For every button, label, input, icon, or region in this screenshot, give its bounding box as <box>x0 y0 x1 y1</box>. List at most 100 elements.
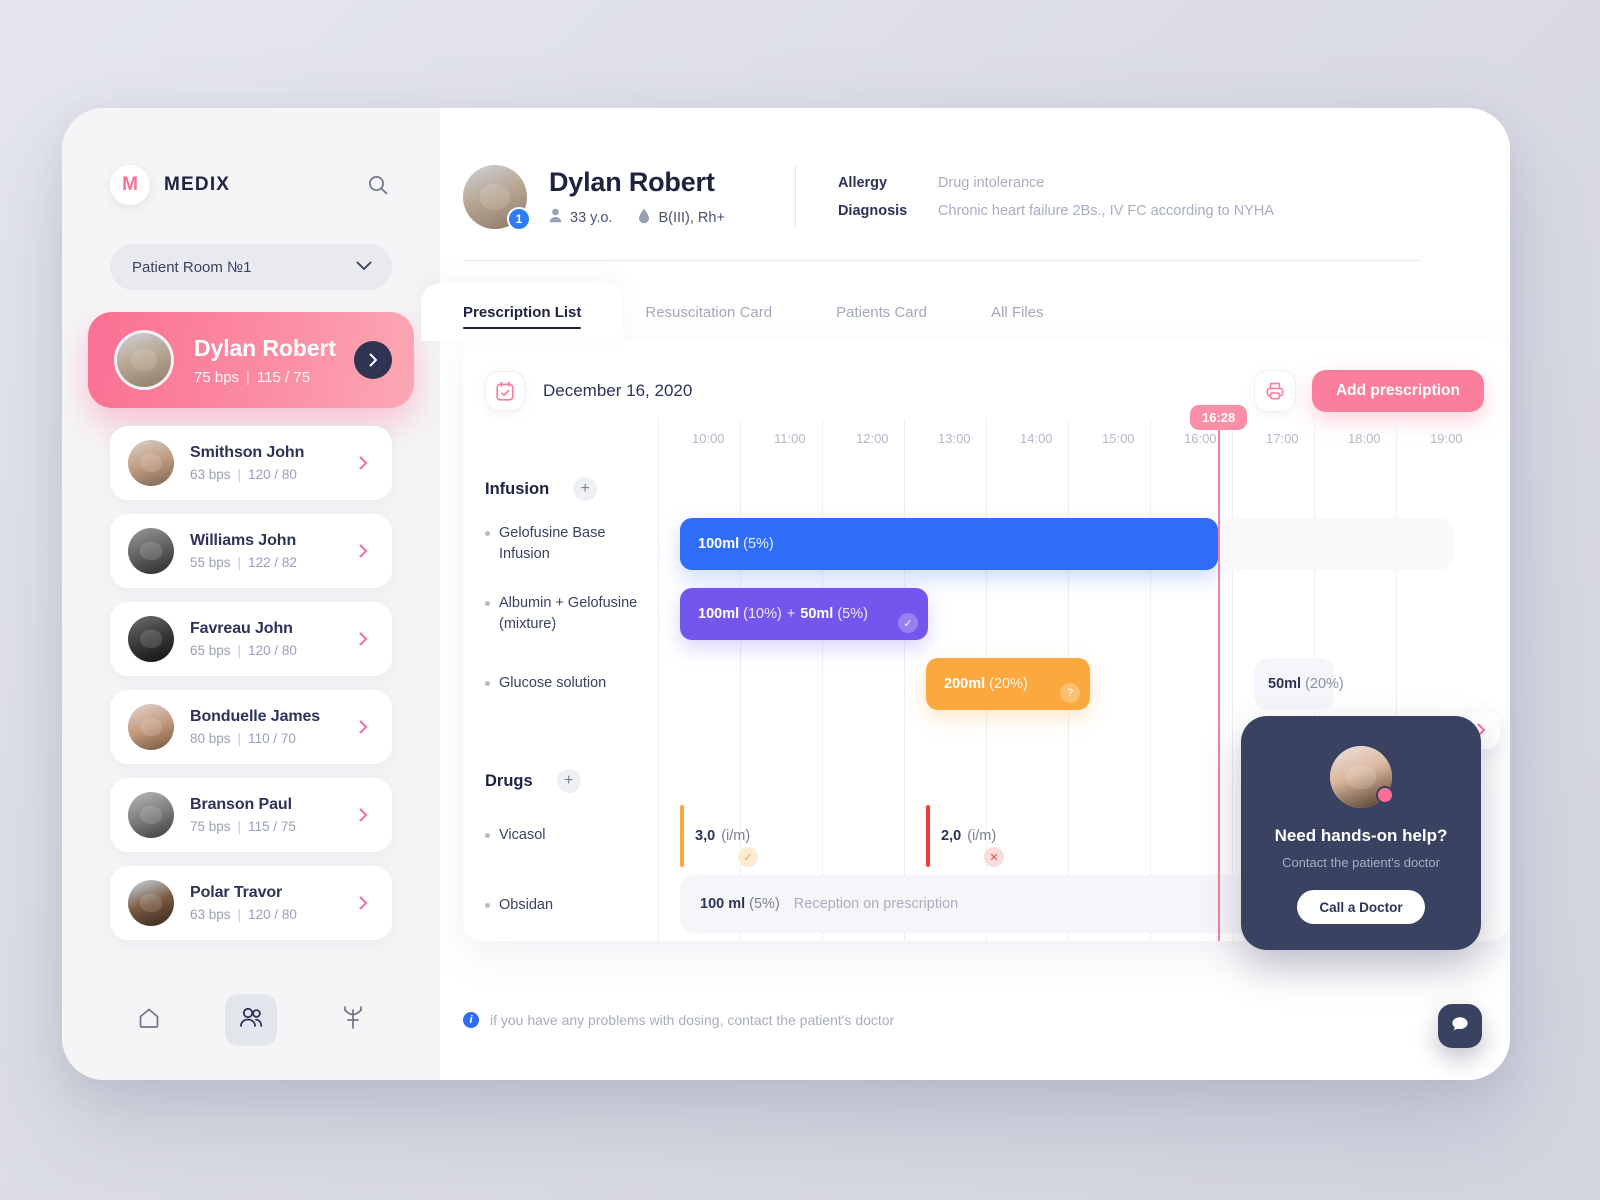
patient-vitals: 75 bps | 115 / 75 <box>194 368 311 386</box>
patient-card[interactable]: Bonduelle James 80 bps | 110 / 70 <box>110 690 392 764</box>
hour-tick: 18:00 <box>1348 431 1381 446</box>
reception-note: Reception on prescription <box>793 896 959 912</box>
patient-card[interactable]: Branson Paul 75 bps | 115 / 75 <box>110 778 392 852</box>
hour-tick: 14:00 <box>1020 431 1053 446</box>
check-icon: ✓ <box>898 613 918 633</box>
nav-home[interactable] <box>123 994 175 1046</box>
patient-vitals: 55 bps | 122 / 82 <box>190 555 297 570</box>
panel-toolbar: December 16, 2020 Add prescription <box>463 341 1510 419</box>
help-card: Need hands-on help? Contact the patient'… <box>1241 716 1481 950</box>
calendar-icon[interactable] <box>485 371 525 411</box>
infusion-bar[interactable]: 100ml (10%) + 50ml (5%) ✓ <box>680 588 928 640</box>
reception-percent: (5%) <box>749 896 780 912</box>
fact-allergy: Allergy Drug intolerance <box>838 175 1274 191</box>
patient-card[interactable]: Williams John 55 bps | 122 / 82 <box>110 514 392 588</box>
section-title: Infusion <box>485 479 550 498</box>
row-label: Vicasol <box>485 825 680 846</box>
bar-amount: 100ml <box>698 606 740 622</box>
dose-unit: (i/m) <box>967 828 997 844</box>
chevron-right-icon[interactable] <box>354 341 392 379</box>
tab-label: All Files <box>990 303 1044 321</box>
tab-patients-card[interactable]: Patients Card <box>836 283 927 341</box>
patient-badge: 1 <box>507 207 531 231</box>
dose-marker <box>680 805 684 867</box>
hour-tick: 13:00 <box>938 431 971 446</box>
patient-bps: 75 bps <box>194 368 240 386</box>
room-select[interactable]: Patient Room №1 <box>110 244 392 290</box>
drug-dose[interactable]: 2,0 (i/m) ✕ <box>926 805 1004 867</box>
fact-diagnosis: Diagnosis Chronic heart failure 2Bs., IV… <box>838 203 1274 219</box>
hour-tick: 11:00 <box>774 431 806 446</box>
check-icon: ✓ <box>738 847 758 867</box>
patient-bps: 65 bps <box>190 643 231 658</box>
reception-amount: 100 ml <box>700 896 746 912</box>
tabs: Prescription List Resuscitation Card Pat… <box>421 283 1510 341</box>
patient-bps: 80 bps <box>190 731 231 746</box>
infusion-bar[interactable]: 100ml (5%) <box>680 518 1218 570</box>
fact-label: Diagnosis <box>837 203 908 219</box>
nav-patients[interactable] <box>225 994 277 1046</box>
patient-name: Favreau John <box>190 620 293 637</box>
fact-label: Allergy <box>837 175 888 191</box>
avatar <box>128 440 174 486</box>
patient-name: Dylan Robert <box>194 334 336 361</box>
row-label: Obsidan <box>485 895 680 916</box>
bullet-icon <box>485 833 490 839</box>
bullet-icon <box>485 530 490 536</box>
printer-icon[interactable] <box>1253 370 1296 412</box>
patient-blood: B(III), Rh+ <box>638 208 725 228</box>
chevron-right-icon[interactable] <box>352 628 374 650</box>
tab-all-files[interactable]: All Files <box>991 283 1044 341</box>
chevron-right-icon[interactable] <box>352 540 374 562</box>
chevron-right-icon[interactable] <box>352 892 374 914</box>
add-drug-button[interactable]: + <box>556 769 581 793</box>
patient-pressure: 120 / 80 <box>248 467 297 482</box>
search-icon[interactable] <box>362 169 394 201</box>
bar-percent: (10%) <box>743 606 782 622</box>
doctor-avatar <box>1330 746 1394 808</box>
fact-value: Chronic heart failure 2Bs., IV FC accord… <box>937 203 1274 219</box>
tab-label: Patients Card <box>836 303 927 321</box>
patient-card[interactable]: Polar Travor 63 bps | 120 / 80 <box>110 866 392 940</box>
nav-medical[interactable] <box>327 994 379 1046</box>
add-prescription-button[interactable]: Add prescription <box>1311 370 1484 412</box>
chevron-right-icon[interactable] <box>352 452 374 474</box>
bar-percent: (20%) <box>1305 676 1344 692</box>
timeline-hours: 10:00 11:00 12:00 13:00 14:00 15:00 16:0… <box>680 405 1510 941</box>
avatar <box>128 880 174 926</box>
blood-drop-icon <box>638 208 650 228</box>
timeline-row: Gelofusine Base Infusion 100ml (5%) <box>485 509 1510 579</box>
info-icon: i <box>463 1012 479 1028</box>
infusion-bar[interactable]: 200ml (20%) ? <box>926 658 1090 710</box>
patient-card-active[interactable]: Dylan Robert 75 bps | 115 / 75 <box>88 312 414 408</box>
patient-header: 1 Dylan Robert 33 y.o. B(III), Rh+ Aller… <box>440 108 1510 236</box>
drug-dose[interactable]: 3,0 (i/m) ✓ <box>680 805 758 867</box>
header-divider <box>794 166 796 228</box>
patient-bps: 63 bps <box>190 907 231 922</box>
patient-card[interactable]: Favreau John 65 bps | 120 / 80 <box>110 602 392 676</box>
chevron-right-icon[interactable] <box>352 716 374 738</box>
avatar <box>128 616 174 662</box>
patient-bps: 55 bps <box>190 555 231 570</box>
avatar <box>128 528 174 574</box>
hour-tick: 12:00 <box>856 431 889 446</box>
hour-tick: 17:00 <box>1266 431 1299 446</box>
chat-button[interactable] <box>1438 1004 1482 1048</box>
dose-marker <box>926 805 930 867</box>
row-label: Albumin + Gelofusine (mixture) <box>485 593 680 635</box>
call-doctor-button[interactable]: Call a Doctor <box>1297 890 1425 924</box>
add-infusion-button[interactable]: + <box>573 477 598 501</box>
hour-tick: 15:00 <box>1102 431 1135 446</box>
patient-name: Bonduelle James <box>190 708 321 725</box>
bar-percent: (20%) <box>989 676 1028 692</box>
patient-pressure: 115 / 75 <box>256 368 311 386</box>
patient-card[interactable]: Smithson John 63 bps | 120 / 80 <box>110 426 392 500</box>
brand-name: MEDIX <box>164 174 231 195</box>
tab-prescription-list[interactable]: Prescription List <box>421 283 624 341</box>
infusion-bar-planned[interactable]: 50ml (20%) <box>1254 658 1344 710</box>
chevron-right-icon[interactable] <box>352 804 374 826</box>
row-label-text: Vicasol <box>499 827 546 844</box>
tab-resuscitation-card[interactable]: Resuscitation Card <box>645 283 772 341</box>
dose-amount: 3,0 <box>695 828 716 844</box>
date-label: December 16, 2020 <box>543 381 693 400</box>
